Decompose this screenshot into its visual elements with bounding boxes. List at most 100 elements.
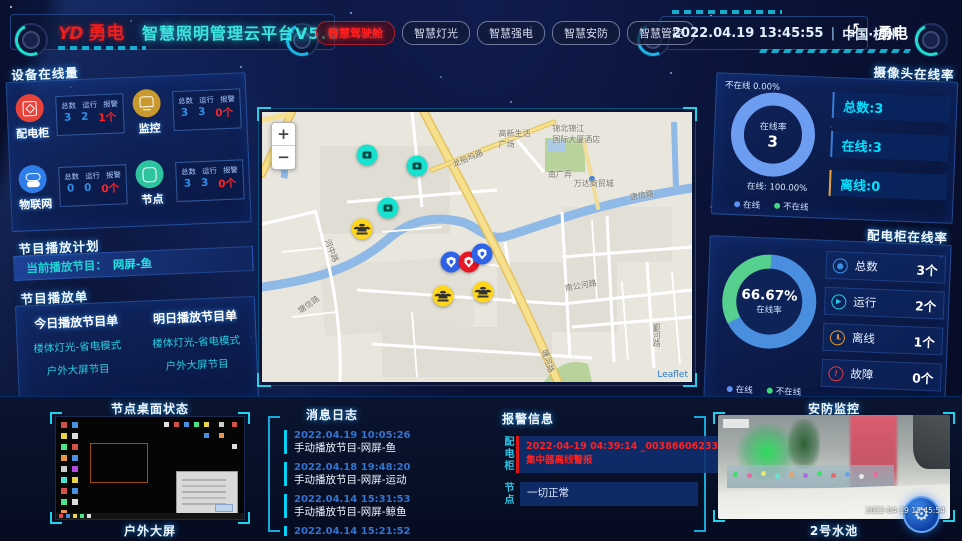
log-entry[interactable]: 2022.04.14 15:21:52 [284, 526, 472, 536]
datetime: 2022.04.19 13:45:55 [672, 26, 823, 41]
camera-scene-plant [788, 419, 820, 469]
map-marker-light[interactable] [433, 285, 454, 306]
logo-brand-text: 勇电 [88, 19, 124, 45]
device-card-node: 节点 总数 运行 报警 3 3 0个 [129, 147, 249, 223]
log-entry[interactable]: 2022.04.18 19:48:20 手动播放节目-网屏-运动 [284, 462, 472, 487]
alarm-line: 集中器离线警报 [526, 454, 718, 468]
map-marker-light[interactable] [473, 282, 494, 303]
alarm-message-box[interactable]: 2022-04-19 04:39:14 _00386606233 集中器离线警报 [516, 436, 725, 473]
col-total: 总数 [61, 101, 76, 112]
col-running: 运行 [199, 95, 214, 106]
log-entry[interactable]: 2022.04.14 15:31:53 手动播放节目-网屏-鲸鱼 [284, 494, 472, 519]
camera-donut-center: 在线率 3 [729, 91, 816, 178]
map-marker-camera[interactable] [356, 144, 377, 165]
map-marker-camera[interactable] [406, 156, 427, 177]
col-alarm: 报警 [223, 165, 238, 176]
tab-security[interactable]: 智慧安防 [552, 21, 620, 45]
dash-decoration [672, 10, 782, 14]
corner-decoration [713, 510, 725, 522]
col-running: 运行 [82, 100, 97, 111]
playlist-tomorrow: 明日播放节目单 楼体灯光-省电模式 户外大屏节目 [135, 297, 258, 403]
node-desktop-title: 节点桌面状态 [55, 400, 245, 417]
knob-decoration [14, 23, 48, 57]
alarm-value: 0个 [215, 105, 233, 121]
device-stats: 总数 运行 报警 3 2 1个 [55, 93, 125, 136]
bracket-decoration-left [268, 416, 278, 532]
legend-online: 在线 [734, 198, 760, 211]
device-online-panel: 配电柜 总数 运行 报警 3 2 1个 监控 [6, 72, 252, 232]
alarm-message-box[interactable]: 一切正常 [520, 482, 698, 506]
device-name: 节点 [130, 190, 175, 208]
device-card-cabinet: 配电柜 总数 运行 报警 3 2 1个 [9, 81, 129, 157]
cabinet-rate-panel: 66.67% 在线率 在线 不在线 ● 总数 3个 ▶ 运行 2个 [703, 235, 952, 413]
alarm-value: 0个 [218, 176, 236, 192]
map-marker-light[interactable] [352, 218, 373, 239]
main-nav: 智慧驾驶舱 智慧灯光 智慧强电 智慧安防 智慧管控 [316, 21, 695, 45]
col-total: 总数 [178, 96, 193, 107]
running-value: 3 [198, 106, 206, 121]
map-panel: 高新生活 广场锦北锦江 国际大厦酒店龙船坞路南广弄万达商贸城唐信路塘信路河中路南… [258, 108, 696, 386]
left-column: 设备在线量 配电柜 总数 运行 报警 3 2 1个 [5, 55, 259, 411]
col-alarm: 报警 [220, 94, 235, 105]
total-icon: ● [832, 258, 848, 274]
corner-decoration [713, 412, 725, 424]
knob-decoration [914, 23, 948, 57]
device-stats: 总数 运行 报警 3 3 0个 [172, 88, 242, 131]
corner-decoration [943, 510, 955, 522]
road-label: 唐信路 [629, 188, 655, 203]
zoom-in-button[interactable]: + [272, 123, 295, 146]
total-value: 3 [64, 111, 72, 126]
tab-cockpit[interactable]: 智慧驾驶舱 [316, 21, 395, 45]
map-marker-layer: 高新生活 广场锦北锦江 国际大厦酒店龙船坞路南广弄万达商贸城唐信路塘信路河中路南… [262, 112, 692, 382]
camera-stat-online: 在线:3 [830, 131, 949, 162]
alarm-group-label: 配电柜 [502, 436, 512, 473]
road-label: 南公河路 [564, 278, 597, 294]
user-name[interactable]: 勇电 [878, 22, 908, 43]
desktop-selection-rect [90, 443, 148, 483]
node-desktop-caption: 户外大屏 [55, 522, 245, 539]
road-label: 龙船坞路 [451, 148, 485, 170]
device-name: 监控 [127, 119, 172, 137]
road-label: 塘河路 [538, 348, 556, 374]
playlist-item: 楼体灯光-省电模式 [17, 337, 137, 357]
playlist-panel: 今日播放节目单 楼体灯光-省电模式 户外大屏节目 明日播放节目单 楼体灯光-省电… [15, 296, 259, 409]
playlist-item: 户外大屏节目 [137, 355, 257, 375]
map-marker-shield-blue[interactable] [472, 244, 493, 265]
log-entry-bar [284, 430, 287, 454]
desktop-dialog-window [176, 471, 238, 517]
tab-lighting[interactable]: 智慧灯光 [402, 21, 470, 45]
playlist-item: 户外大屏节目 [18, 360, 138, 380]
alarm-line: 2022-04-19 04:39:14 _00386606233 [526, 440, 718, 454]
log-entry[interactable]: 2022.04.19 10:05:26 手动播放节目-网屏-鱼 [284, 430, 472, 455]
datetime-location: 2022.04.19 13:45:55 | 中国·杭州 [672, 24, 899, 43]
road-label: 塘信路 [295, 294, 321, 317]
offline-icon [830, 330, 846, 346]
donut-center-value: 3 [767, 132, 778, 150]
node-desktop-section: 节点桌面状态 户外大屏 [55, 400, 245, 540]
leaflet-attribution[interactable]: Leaflet [657, 370, 688, 380]
log-entry-bar [284, 526, 287, 536]
zoom-out-button[interactable]: − [272, 146, 295, 169]
col-total: 总数 [64, 172, 79, 183]
corner-decoration [238, 512, 250, 524]
playlist-today: 今日播放节目单 楼体灯光-省电模式 户外大屏节目 [16, 302, 139, 408]
running-value: 0 [84, 182, 92, 197]
map-marker-camera[interactable] [377, 198, 398, 219]
running-value: 3 [201, 177, 209, 192]
map[interactable]: 高新生活 广场锦北锦江 国际大厦酒店龙船坞路南广弄万达商贸城唐信路塘信路河中路南… [262, 112, 692, 382]
camera-icon [132, 89, 161, 118]
playlist-item: 楼体灯光-省电模式 [136, 332, 256, 352]
desktop-screenshot[interactable] [55, 416, 245, 520]
legend-offline: 不在线 [774, 200, 809, 213]
playlist-tomorrow-header[interactable]: 明日播放节目单 [135, 306, 255, 328]
running-icon: ▶ [831, 294, 847, 310]
playlist-today-header[interactable]: 今日播放节目单 [16, 311, 136, 333]
back-icon[interactable]: ↺ [846, 20, 860, 40]
total-value: 0 [67, 182, 75, 197]
camera-stat-offline: 离线:0 [829, 170, 948, 201]
tab-power[interactable]: 智慧强电 [477, 21, 545, 45]
road-label: 河中路 [321, 237, 340, 263]
donut-center-label: 在线率 [760, 119, 788, 133]
camera-timestamp: 2022-04-19 13:45:54 [865, 506, 945, 515]
alarm-group-cabinet: 配电柜 2022-04-19 04:39:14 _00386606233 集中器… [502, 436, 698, 473]
